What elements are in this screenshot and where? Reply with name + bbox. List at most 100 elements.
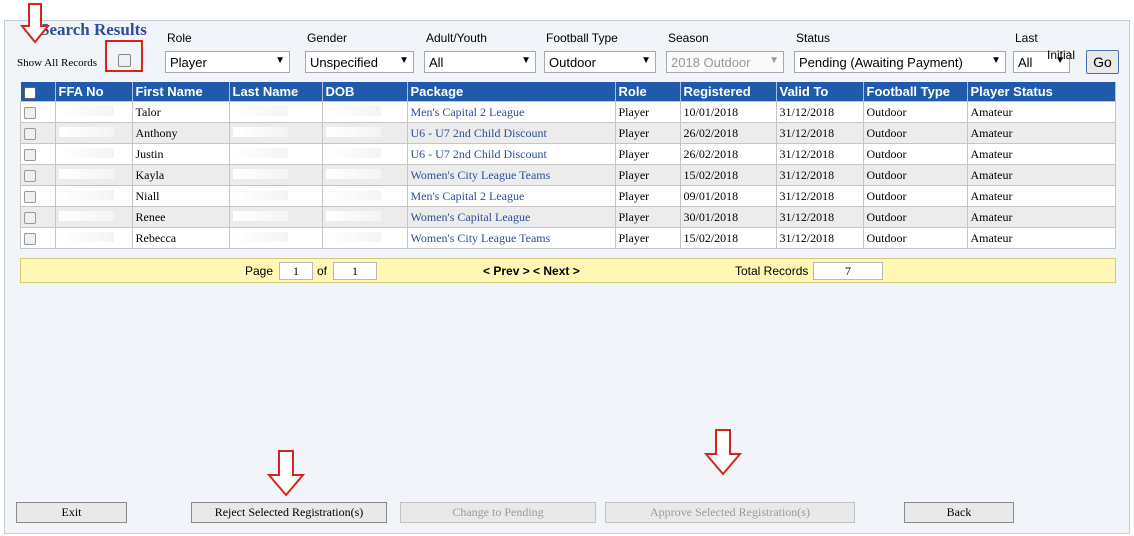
chevron-down-icon: ▼	[641, 55, 651, 66]
select-all-checkbox[interactable]	[23, 86, 36, 99]
approve-selected-button: Approve Selected Registration(s)	[605, 502, 855, 523]
package-link[interactable]: U6 - U7 2nd Child Discount	[406, 122, 616, 144]
redacted-text	[58, 168, 114, 179]
dob-cell	[321, 101, 408, 123]
table-row: Justin U6 - U7 2nd Child Discount Player…	[20, 143, 1116, 165]
row-checkbox[interactable]	[24, 106, 36, 119]
registered-cell: 26/02/2018	[679, 143, 777, 165]
package-link[interactable]: Women's City League Teams	[406, 227, 616, 249]
football-type-select[interactable]: Outdoor ▼	[544, 51, 656, 73]
results-table: FFA No First Name Last Name DOB Package …	[20, 82, 1116, 249]
col-header[interactable]: FFA No	[55, 82, 133, 102]
chevron-down-icon: ▼	[991, 55, 1001, 66]
col-header[interactable]: Valid To	[776, 82, 864, 102]
role-cell: Player	[614, 122, 681, 144]
role-cell: Player	[614, 101, 681, 123]
page-number-input[interactable]: 1	[279, 262, 313, 280]
redacted-text	[325, 231, 381, 242]
first-name-cell: Justin	[131, 143, 230, 165]
row-select-cell	[20, 164, 56, 186]
football-type-cell: Outdoor	[862, 227, 968, 249]
role-cell: Player	[614, 164, 681, 186]
table-row: Kayla Women's City League Teams Player 1…	[20, 164, 1116, 186]
package-link[interactable]: Men's Capital 2 League	[406, 185, 616, 207]
redacted-text	[325, 189, 381, 200]
chevron-down-icon: ▼	[521, 55, 531, 66]
col-header[interactable]: Registered	[680, 82, 777, 102]
row-select-cell	[20, 227, 56, 249]
football-type-filter-label: Football Type	[546, 31, 618, 45]
role-select[interactable]: Player ▼	[165, 51, 290, 73]
football-type-cell: Outdoor	[862, 122, 968, 144]
valid-to-cell: 31/12/2018	[775, 101, 864, 123]
player-status-cell: Amateur	[966, 185, 1116, 207]
back-button[interactable]: Back	[904, 502, 1014, 523]
table-row: Rebecca Women's City League Teams Player…	[20, 227, 1116, 249]
chevron-down-icon: ▼	[399, 55, 409, 66]
registered-cell: 15/02/2018	[679, 227, 777, 249]
first-name-cell: Anthony	[131, 122, 230, 144]
last-name-cell	[228, 122, 323, 144]
row-select-cell	[20, 122, 56, 144]
exit-button[interactable]: Exit	[16, 502, 127, 523]
package-link[interactable]: U6 - U7 2nd Child Discount	[406, 143, 616, 165]
redacted-text	[232, 168, 288, 179]
col-header[interactable]: Player Status	[967, 82, 1116, 102]
annotation-arrow-icon	[266, 450, 306, 497]
annotation-arrow-icon	[20, 3, 50, 44]
package-link[interactable]: Men's Capital 2 League	[406, 101, 616, 123]
role-filter-label: Role	[167, 31, 192, 45]
dob-cell	[321, 122, 408, 144]
table-header-row: FFA No First Name Last Name DOB Package …	[20, 82, 1116, 102]
prev-next-links[interactable]: < Prev > < Next >	[483, 264, 580, 278]
first-name-cell: Kayla	[131, 164, 230, 186]
page-title: Search Results	[40, 20, 147, 39]
redacted-text	[232, 231, 288, 242]
col-header[interactable]: First Name	[132, 82, 230, 102]
reject-selected-button[interactable]: Reject Selected Registration(s)	[191, 502, 387, 523]
adult-youth-select[interactable]: All ▼	[424, 51, 536, 73]
football-type-cell: Outdoor	[862, 164, 968, 186]
registered-cell: 09/01/2018	[679, 185, 777, 207]
col-header[interactable]: DOB	[322, 82, 408, 102]
gender-select[interactable]: Unspecified ▼	[305, 51, 414, 73]
redacted-text	[232, 126, 288, 137]
change-to-pending-button: Change to Pending	[400, 502, 596, 523]
valid-to-cell: 31/12/2018	[775, 185, 864, 207]
col-header[interactable]: Last Name	[229, 82, 323, 102]
player-status-cell: Amateur	[966, 143, 1116, 165]
redacted-text	[325, 105, 381, 116]
row-select-cell	[20, 206, 56, 228]
package-link[interactable]: Women's Capital League	[406, 206, 616, 228]
package-link[interactable]: Women's City League Teams	[406, 164, 616, 186]
role-cell: Player	[614, 227, 681, 249]
player-status-cell: Amateur	[966, 122, 1116, 144]
of-label: of	[317, 264, 328, 278]
valid-to-cell: 31/12/2018	[775, 227, 864, 249]
season-select: 2018 Outdoor ▼	[666, 51, 784, 73]
row-checkbox[interactable]	[24, 127, 36, 140]
redacted-text	[325, 168, 381, 179]
dob-cell	[321, 143, 408, 165]
row-select-cell	[20, 143, 56, 165]
row-checkbox[interactable]	[24, 148, 36, 161]
col-header[interactable]: Package	[407, 82, 616, 102]
table-row: Renee Women's Capital League Player 30/0…	[20, 206, 1116, 228]
row-checkbox[interactable]	[24, 169, 36, 182]
player-status-cell: Amateur	[966, 164, 1116, 186]
annotation-highlight-box	[105, 40, 143, 72]
go-button[interactable]: Go	[1086, 50, 1119, 74]
last-name-cell	[228, 185, 323, 207]
col-header[interactable]: Football Type	[863, 82, 968, 102]
valid-to-cell: 31/12/2018	[775, 164, 864, 186]
row-checkbox[interactable]	[24, 211, 36, 224]
dob-cell	[321, 206, 408, 228]
dob-cell	[321, 227, 408, 249]
row-checkbox[interactable]	[24, 232, 36, 245]
player-status-cell: Amateur	[966, 206, 1116, 228]
ffa-no-cell	[54, 185, 133, 207]
status-select[interactable]: Pending (Awaiting Payment) ▼	[794, 51, 1006, 73]
col-header[interactable]: Role	[615, 82, 681, 102]
status-filter-label: Status	[796, 31, 831, 45]
row-checkbox[interactable]	[24, 190, 36, 203]
